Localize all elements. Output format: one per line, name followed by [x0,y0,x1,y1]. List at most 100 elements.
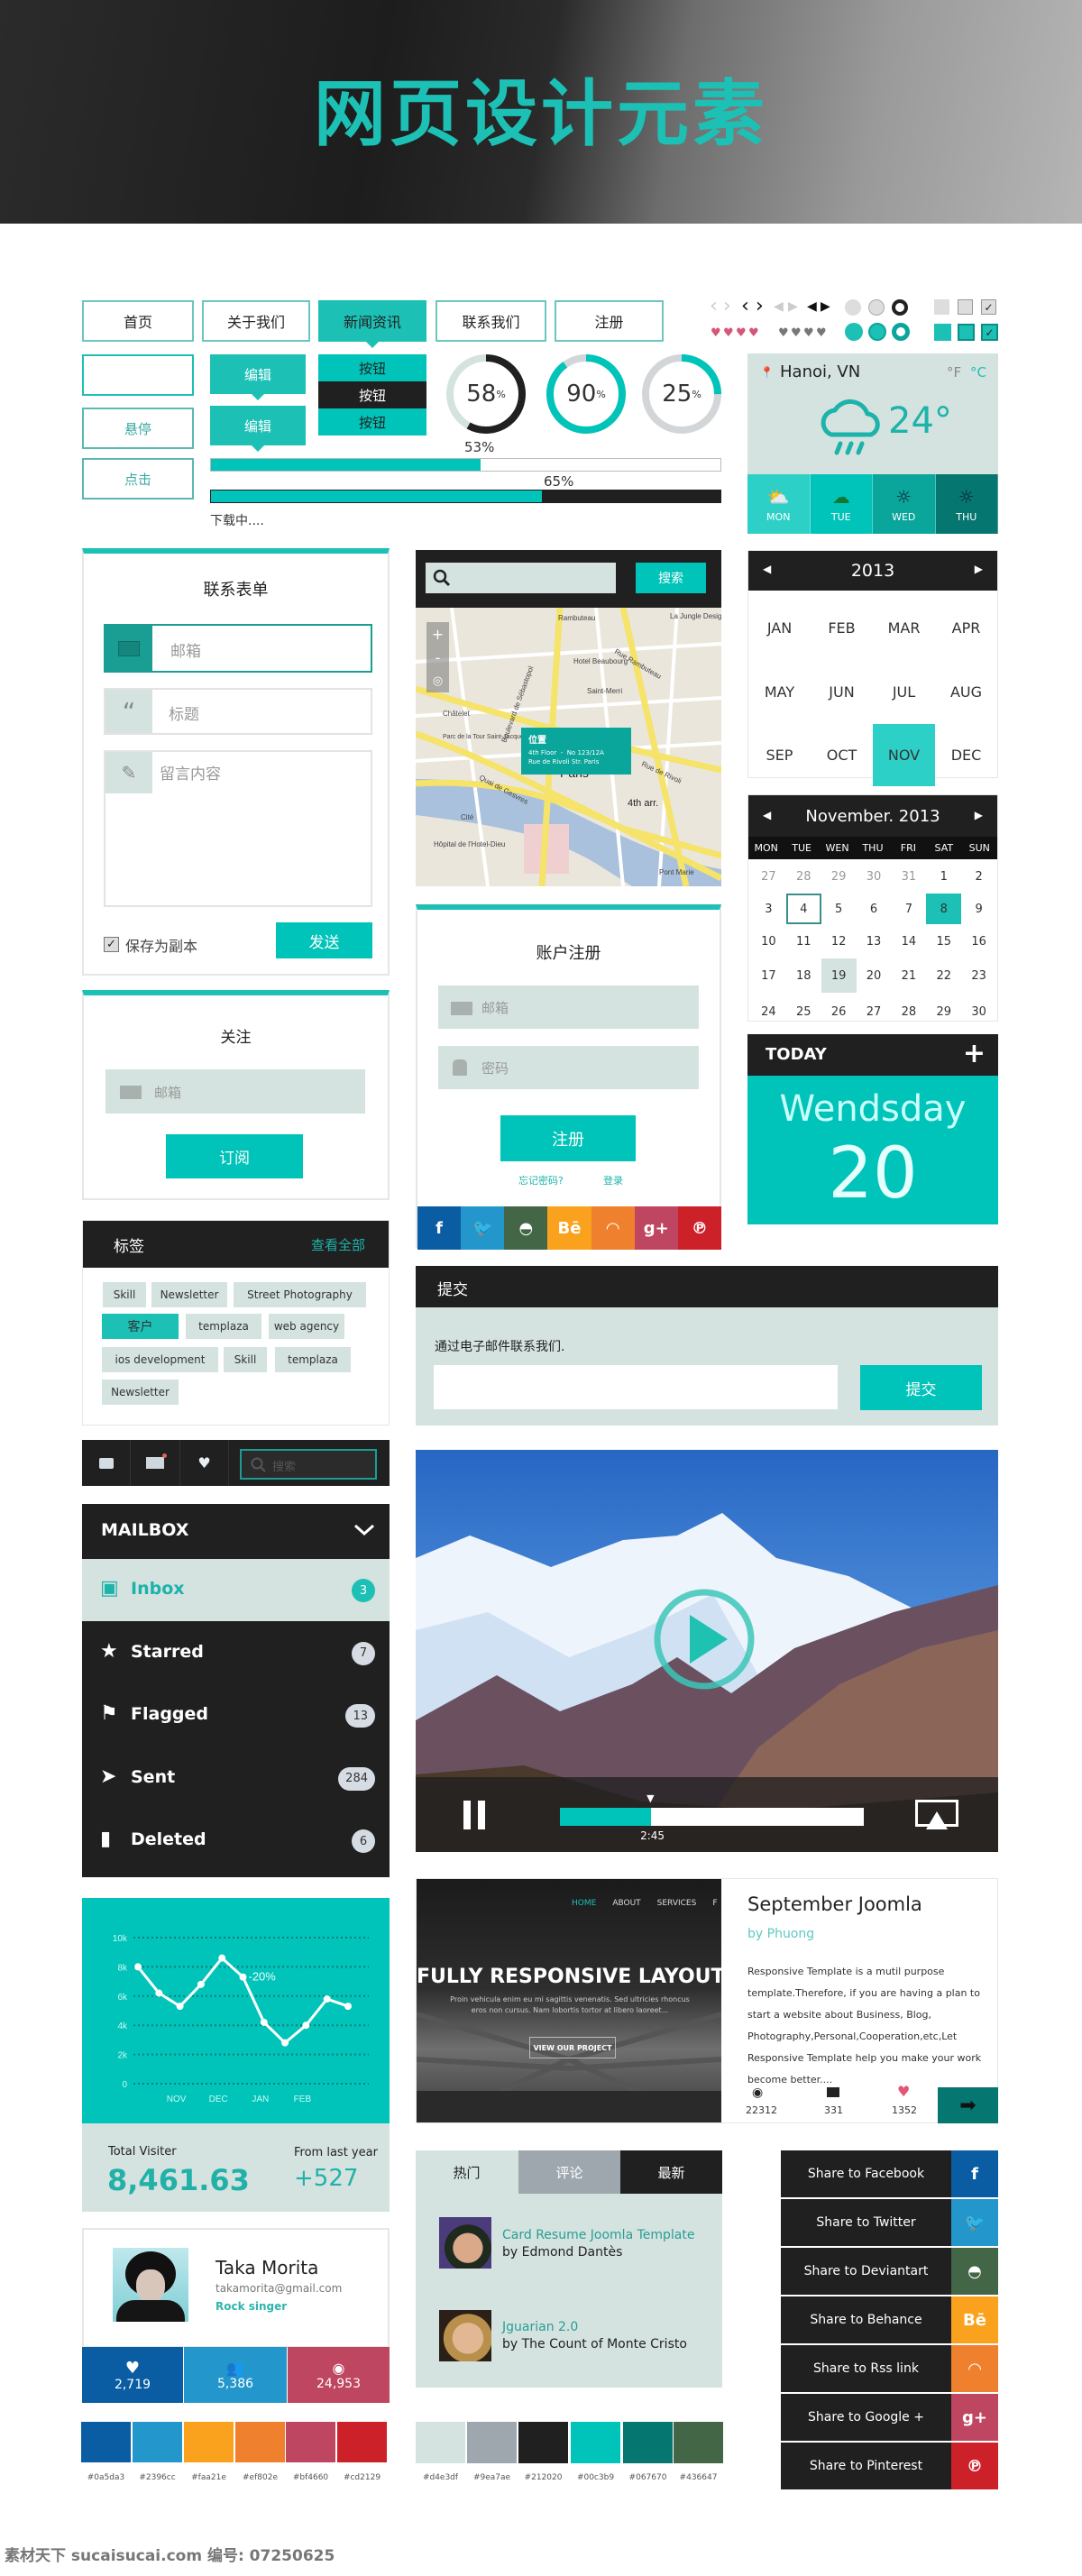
pause-icon[interactable] [463,1801,471,1829]
forecast-day[interactable]: ⛅ MON [747,474,811,534]
nav-item[interactable]: 联系我们 [436,300,546,342]
pause-icon[interactable] [478,1801,485,1829]
send-button[interactable]: 发送 [276,922,372,958]
map-search-button[interactable]: 搜索 [636,563,706,593]
month-cell[interactable]: JAN [748,596,811,660]
calendar-day[interactable]: 8 [926,894,962,924]
calendar-day[interactable]: 3 [751,894,786,924]
prev-year-button[interactable]: ◀ [763,563,771,575]
calendar-day[interactable]: 21 [891,958,926,993]
forecast-day[interactable]: ☼ WED [873,474,936,534]
month-cell[interactable]: OCT [811,724,873,786]
checkbox-teal[interactable] [958,324,975,341]
calendar-day[interactable]: 27 [751,861,786,892]
month-cell[interactable]: SEP [748,724,811,786]
checkbox[interactable] [958,299,973,315]
mailbox-item[interactable]: ⚑ Flagged 13 [82,1684,390,1746]
view-all-link[interactable]: 查看全部 [311,1235,365,1254]
heart-button[interactable]: ♥ [180,1440,229,1486]
chevron-icon[interactable]: › [723,297,731,316]
calendar-day[interactable]: 22 [926,958,961,993]
share-button[interactable]: Share to Twitter 🐦 [781,2199,998,2246]
mailbox-item[interactable]: ▮ Deleted 6 [82,1810,390,1872]
post-title[interactable]: Jguarian 2.0 [502,2320,578,2334]
calendar-day[interactable]: 20 [857,958,892,993]
rss-icon[interactable]: ◠ [591,1206,635,1250]
calendar-day[interactable]: 6 [857,894,892,924]
next-month-button[interactable]: ▶ [975,809,983,821]
share-button[interactable]: Share to Deviantart ◓ [781,2248,998,2295]
nav-home[interactable]: HOME [572,1899,596,1908]
read-more-button[interactable]: ➡ [938,2087,998,2123]
register-password-input[interactable]: 密码 [438,1046,699,1089]
radio-button-teal[interactable] [845,323,863,341]
button-click[interactable]: 点击 [82,458,194,500]
month-cell[interactable]: DEC [935,724,997,786]
month-cell[interactable]: APR [935,596,997,660]
behance-icon[interactable]: Bē [547,1206,591,1250]
heart-rating-icon[interactable]: ♥ [711,326,721,340]
tag[interactable]: web agency [269,1314,344,1339]
stack-button[interactable]: 按钮 [318,408,426,435]
calendar-day[interactable]: 26 [821,995,857,1029]
mailbox-item[interactable]: ▣ Inbox 3 [82,1559,390,1621]
month-cell[interactable]: FEB [811,596,873,660]
tag[interactable]: Newsletter [151,1282,227,1307]
checkbox[interactable]: ✓ [981,299,996,315]
radio-button-teal[interactable] [892,323,910,341]
calendar-day[interactable]: 28 [891,995,926,1029]
tag[interactable]: Newsletter [102,1380,179,1405]
calendar-day[interactable]: 30 [857,861,892,892]
profile-views[interactable]: ◉ 24,953 [288,2347,390,2403]
prev-month-button[interactable]: ◀ [763,809,771,821]
month-cell[interactable]: AUG [935,660,997,724]
calendar-day[interactable]: 11 [786,926,821,957]
heart-rating-icon[interactable]: ♥ [748,326,759,340]
checkbox-teal[interactable] [934,324,951,341]
nav-item[interactable]: 首页 [82,300,194,342]
map-view[interactable]: Rambuteau La Jungle Design Rue Rambuteau… [416,608,721,886]
tag[interactable]: templaza [275,1347,351,1372]
heart-rating-icon[interactable]: ♥ [791,326,802,340]
pinterest-icon[interactable]: ℗ [677,1206,721,1250]
nav-services[interactable]: SERVICES [657,1899,697,1908]
follow-email-input[interactable]: 邮箱 [105,1069,365,1114]
calendar-day[interactable]: 2 [961,861,996,892]
nav-about[interactable]: ABOUT [612,1899,640,1908]
calendar-day[interactable]: 29 [821,861,857,892]
heart-rating-icon[interactable]: ♥ [778,326,789,340]
calendar-day[interactable]: 14 [891,926,926,957]
checkbox[interactable] [934,299,949,315]
unit-f-toggle[interactable]: °F [947,364,961,380]
calendar-day[interactable]: 4 [785,894,821,924]
tag[interactable]: Skill [103,1282,146,1307]
next-year-button[interactable]: ▶ [975,563,983,575]
month-cell[interactable]: MAR [873,596,935,660]
login-link[interactable]: 登录 [603,1173,623,1187]
chevron-icon[interactable]: ‹ [741,297,749,316]
calendar-day[interactable]: 19 [821,958,857,993]
checkbox-teal[interactable]: ✓ [981,324,998,341]
radio-button[interactable] [868,299,885,316]
calendar-day[interactable]: 31 [891,861,926,892]
radio-button[interactable] [845,299,861,316]
nav-item[interactable]: 注册 [555,300,664,342]
calendar-day[interactable]: 25 [786,995,821,1029]
calendar-day[interactable]: 24 [751,995,786,1029]
message-textarea[interactable]: ✎ 留言内容 [104,750,372,907]
submit-email-input[interactable] [434,1365,838,1409]
email-field[interactable]: 邮箱 [104,624,372,673]
triangle-arrow-icon[interactable]: ▶ [821,298,830,316]
view-project-button[interactable]: VIEW OUR PROJECT [529,2037,616,2058]
button-normal[interactable]: 正常 [82,354,194,396]
unit-c-toggle[interactable]: °C [970,364,986,380]
edit-button[interactable]: 编辑 [210,354,306,400]
month-cell[interactable]: JUN [811,660,873,724]
heart-rating-icon[interactable]: ♥ [723,326,734,340]
tag[interactable]: 客户 [102,1314,179,1339]
chevron-down-icon[interactable] [353,1524,375,1536]
share-button[interactable]: Share to Facebook f [781,2150,998,2197]
button-hover[interactable]: 悬停 [82,408,194,449]
nav-item[interactable]: 关于我们 [202,300,310,342]
radio-button-teal[interactable] [868,323,886,341]
